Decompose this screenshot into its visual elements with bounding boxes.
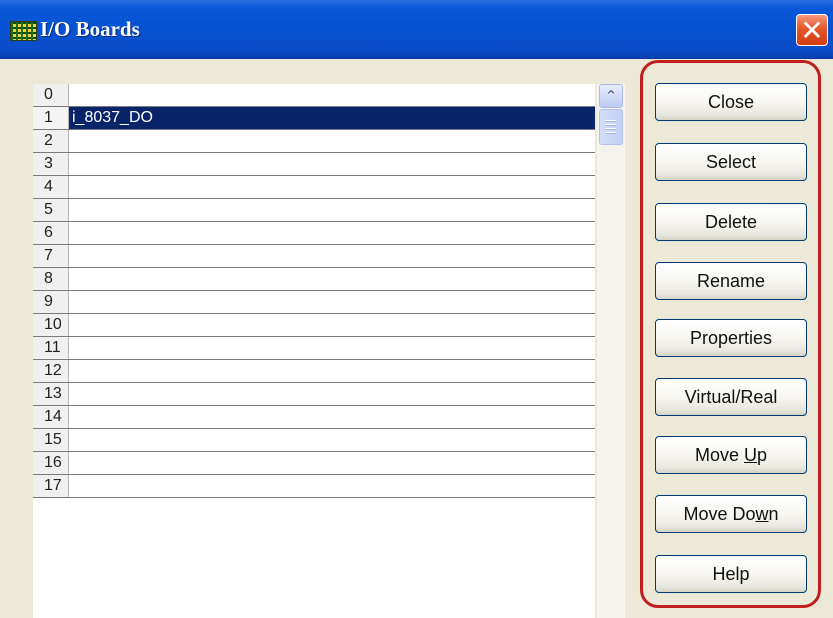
list-row[interactable]: 3	[33, 153, 595, 176]
list-row[interactable]: 1 i_8037_DO	[33, 107, 595, 130]
list-row[interactable]: 10	[33, 314, 595, 337]
scroll-grip-icon	[606, 120, 616, 134]
row-board-name	[71, 153, 595, 175]
window-title: I/O Boards	[40, 17, 140, 41]
list-row[interactable]: 11	[33, 337, 595, 360]
properties-button[interactable]: Properties	[655, 319, 807, 357]
row-board-name	[71, 406, 595, 428]
row-index: 10	[33, 314, 69, 336]
rename-button[interactable]: Rename	[655, 262, 807, 300]
row-index: 6	[33, 222, 69, 244]
list-row[interactable]: 15	[33, 429, 595, 452]
grid-app-icon	[10, 21, 37, 41]
row-board-name	[71, 360, 595, 382]
scroll-thumb[interactable]	[599, 109, 623, 145]
row-board-name	[71, 383, 595, 405]
row-index: 1	[33, 107, 69, 129]
list-row[interactable]: 0	[33, 84, 595, 107]
scroll-up-arrow-icon[interactable]: ⌃	[599, 84, 623, 108]
list-row[interactable]: 2	[33, 130, 595, 153]
row-index: 3	[33, 153, 69, 175]
row-index: 17	[33, 475, 69, 497]
move-up-label-post: p	[757, 445, 768, 465]
list-row[interactable]: 13	[33, 383, 595, 406]
io-boards-window: I/O Boards ✕ 0 1 i_8037_DO 2 3 4 5 6 7 8 9 10 11 12 13…	[0, 0, 833, 618]
row-board-name	[71, 314, 595, 336]
row-index: 2	[33, 130, 69, 152]
row-board-name	[71, 429, 595, 451]
row-board-name	[71, 199, 595, 221]
row-board-name	[71, 291, 595, 313]
move-down-label-pre: Move Do	[683, 504, 756, 524]
vertical-scrollbar[interactable]: ⌃	[597, 84, 625, 618]
list-row[interactable]: 6	[33, 222, 595, 245]
row-index: 9	[33, 291, 69, 313]
row-index: 14	[33, 406, 69, 428]
row-board-name	[71, 475, 595, 497]
row-board-name: i_8037_DO	[72, 109, 153, 126]
select-button[interactable]: Select	[655, 143, 807, 181]
row-index: 12	[33, 360, 69, 382]
row-board-name	[71, 337, 595, 359]
io-board-list[interactable]: 0 1 i_8037_DO 2 3 4 5 6 7 8 9 10 11 12 13 14 15 16 17	[33, 84, 595, 618]
list-row[interactable]: 7	[33, 245, 595, 268]
list-row[interactable]: 4	[33, 176, 595, 199]
row-index: 7	[33, 245, 69, 267]
row-index: 13	[33, 383, 69, 405]
row-board-name	[71, 84, 595, 106]
list-row[interactable]: 17	[33, 475, 595, 498]
list-row[interactable]: 14	[33, 406, 595, 429]
list-row[interactable]: 5	[33, 199, 595, 222]
close-window-button[interactable]: ✕	[796, 14, 828, 46]
virtual-real-button[interactable]: Virtual/Real	[655, 378, 807, 416]
move-down-button[interactable]: Move Down	[655, 495, 807, 533]
row-index: 16	[33, 452, 69, 474]
list-row[interactable]: 16	[33, 452, 595, 475]
help-button[interactable]: Help	[655, 555, 807, 593]
row-board-name	[71, 130, 595, 152]
move-up-button[interactable]: Move Up	[655, 436, 807, 474]
list-row[interactable]: 9	[33, 291, 595, 314]
close-button[interactable]: Close	[655, 83, 807, 121]
row-index: 5	[33, 199, 69, 221]
row-index: 8	[33, 268, 69, 290]
list-row[interactable]: 12	[33, 360, 595, 383]
row-board-name	[71, 176, 595, 198]
row-board-name	[71, 268, 595, 290]
move-up-accelerator: U	[744, 445, 757, 465]
row-board-name	[71, 452, 595, 474]
row-board-name	[71, 222, 595, 244]
delete-button[interactable]: Delete	[655, 203, 807, 241]
row-index: 4	[33, 176, 69, 198]
move-down-accelerator: w	[755, 504, 769, 524]
list-row[interactable]: 8	[33, 268, 595, 291]
row-index: 0	[33, 84, 69, 106]
move-down-label-post: n	[768, 504, 779, 524]
row-index: 11	[33, 337, 69, 359]
title-bar[interactable]: I/O Boards ✕	[0, 0, 833, 59]
move-up-label-pre: Move	[694, 445, 744, 465]
row-index: 15	[33, 429, 69, 451]
row-board-name	[71, 245, 595, 267]
